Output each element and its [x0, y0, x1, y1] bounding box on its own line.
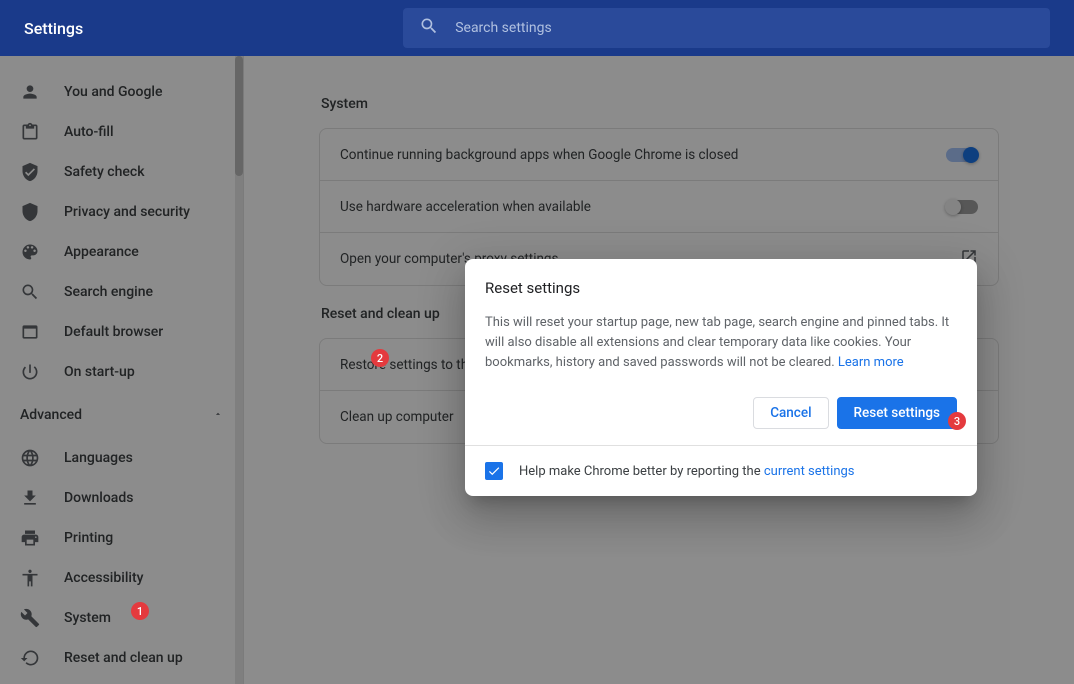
dialog-title: Reset settings	[485, 279, 957, 297]
report-text: Help make Chrome better by reporting the…	[519, 464, 855, 479]
step-badge-2: 2	[371, 349, 389, 367]
app-header: Settings	[0, 0, 1074, 56]
cancel-button[interactable]: Cancel	[753, 397, 828, 429]
search-icon	[419, 16, 455, 40]
dialog-body-text: This will reset your startup page, new t…	[485, 313, 957, 373]
report-checkbox[interactable]	[485, 462, 503, 480]
reset-settings-dialog: Reset settings This will reset your star…	[465, 259, 977, 496]
dialog-footer: Help make Chrome better by reporting the…	[465, 445, 977, 496]
search-box[interactable]	[403, 8, 1050, 48]
search-input[interactable]	[455, 20, 1034, 36]
step-badge-1: 1	[131, 602, 149, 620]
reset-settings-button[interactable]: Reset settings	[837, 397, 957, 429]
learn-more-link[interactable]: Learn more	[838, 355, 904, 370]
step-badge-3: 3	[948, 412, 966, 430]
current-settings-link[interactable]: current settings	[764, 464, 855, 479]
page-title: Settings	[24, 19, 83, 38]
